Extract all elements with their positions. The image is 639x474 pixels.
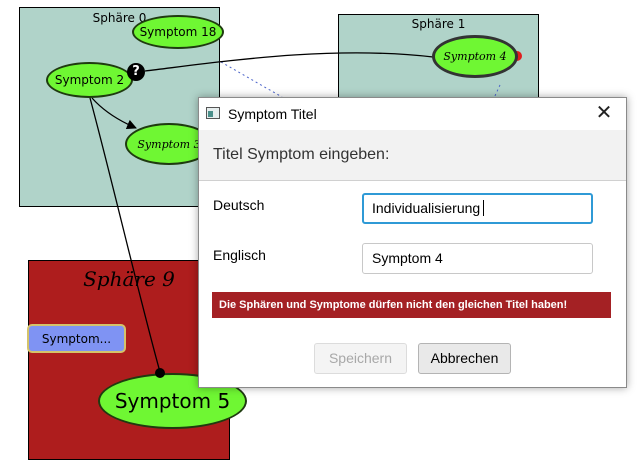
dialog-window-title: Symptom Titel	[228, 106, 317, 122]
dialog-header: Titel Symptom eingeben:	[199, 130, 626, 181]
cancel-button[interactable]: Abbrechen	[418, 343, 511, 374]
text-caret	[483, 200, 485, 216]
dialog-titlebar[interactable]: Symptom Titel ✕	[199, 98, 626, 130]
english-label: Englisch	[213, 247, 266, 263]
german-title-value: Individualisierung	[372, 200, 481, 216]
english-title-input[interactable]: Symptom 4	[362, 243, 593, 274]
symptom-4-node[interactable]: Symptom 4	[432, 35, 518, 78]
german-label: Deutsch	[213, 197, 265, 213]
save-button[interactable]: Speichern	[314, 343, 407, 374]
question-mark-icon[interactable]: ?	[127, 63, 145, 81]
error-message-banner: Die Sphären und Symptome dürfen nicht de…	[212, 292, 611, 318]
app-window-icon	[206, 107, 220, 119]
english-title-value: Symptom 4	[372, 250, 443, 266]
sphere-1-title: Sphäre 1	[411, 17, 466, 31]
dialog-header-text: Titel Symptom eingeben:	[213, 146, 390, 163]
symptom-2-node[interactable]: Symptom 2	[46, 62, 133, 98]
german-title-input[interactable]: Individualisierung	[362, 193, 593, 224]
edge-endpoint-dot	[155, 368, 165, 378]
collapsed-symptom-node[interactable]: Symptom...	[27, 324, 126, 353]
dotted-link-symptom18	[220, 61, 283, 98]
symptom-title-dialog: Symptom Titel ✕ Titel Symptom eingeben: …	[198, 97, 627, 388]
symptom-18-node[interactable]: Symptom 18	[132, 15, 224, 49]
close-icon[interactable]: ✕	[594, 102, 614, 122]
